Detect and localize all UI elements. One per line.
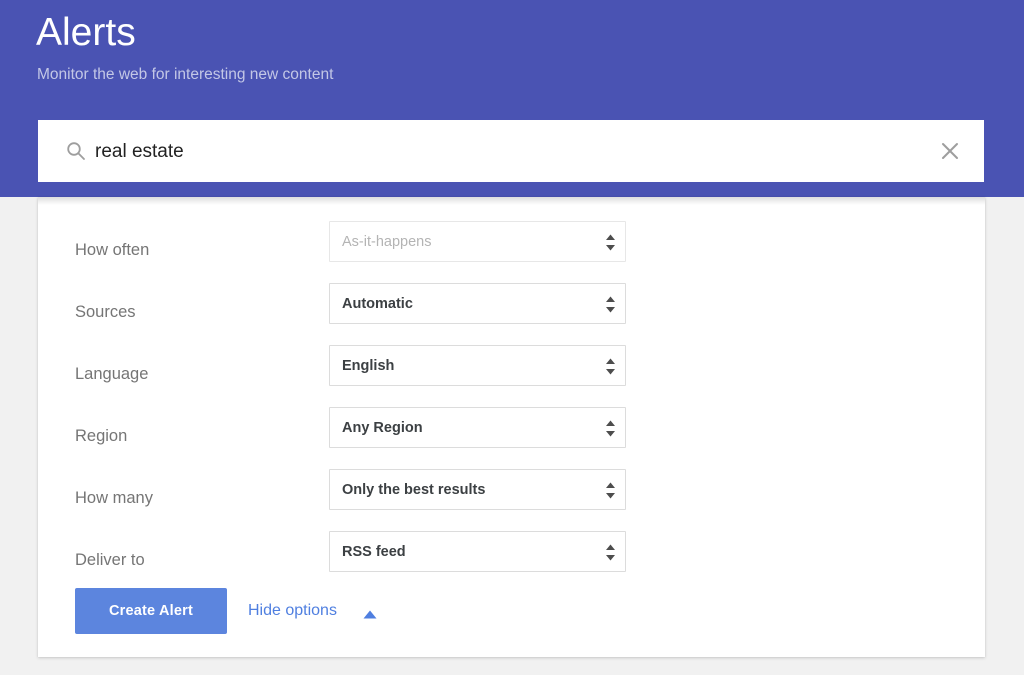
option-row-deliver-to: Deliver to RSS feed bbox=[38, 529, 985, 591]
how-often-select[interactable]: As-it-happens bbox=[329, 221, 626, 262]
option-value: English bbox=[342, 358, 395, 374]
option-label: Deliver to bbox=[75, 551, 145, 569]
option-row-how-many: How many Only the best results bbox=[38, 467, 985, 529]
option-label: Language bbox=[75, 365, 149, 383]
create-alert-button[interactable]: Create Alert bbox=[75, 588, 227, 634]
card-actions: Create Alert Hide options bbox=[38, 588, 985, 648]
spinner-arrows-icon bbox=[605, 357, 616, 376]
option-value: RSS feed bbox=[342, 544, 406, 560]
hide-options-link[interactable]: Hide options bbox=[248, 600, 337, 622]
deliver-to-select[interactable]: RSS feed bbox=[329, 531, 626, 572]
spinner-arrows-icon bbox=[605, 481, 616, 500]
option-label: Sources bbox=[75, 303, 136, 321]
option-row-language: Language English bbox=[38, 343, 985, 405]
option-label: How many bbox=[75, 489, 153, 507]
option-label: Region bbox=[75, 427, 128, 445]
option-value: Any Region bbox=[342, 420, 423, 436]
page-title: Alerts bbox=[36, 11, 136, 54]
close-icon[interactable] bbox=[939, 140, 961, 162]
search-bar[interactable]: real estate bbox=[38, 120, 984, 182]
region-select[interactable]: Any Region bbox=[329, 407, 626, 448]
option-label: How often bbox=[75, 241, 150, 259]
language-select[interactable]: English bbox=[329, 345, 626, 386]
option-row-region: Region Any Region bbox=[38, 405, 985, 467]
search-icon bbox=[66, 141, 86, 161]
sources-select[interactable]: Automatic bbox=[329, 283, 626, 324]
alert-options-card: How often As-it-happens Sources Automati… bbox=[38, 197, 985, 657]
spinner-arrows-icon bbox=[605, 543, 616, 562]
option-value: Automatic bbox=[342, 296, 413, 312]
caret-up-icon[interactable] bbox=[363, 610, 377, 619]
option-row-sources: Sources Automatic bbox=[38, 281, 985, 343]
search-input[interactable]: real estate bbox=[95, 138, 184, 165]
page-subtitle: Monitor the web for interesting new cont… bbox=[37, 66, 334, 83]
spinner-arrows-icon bbox=[605, 419, 616, 438]
how-many-select[interactable]: Only the best results bbox=[329, 469, 626, 510]
spinner-arrows-icon bbox=[605, 233, 616, 252]
option-value: As-it-happens bbox=[342, 234, 432, 250]
spinner-arrows-icon bbox=[605, 295, 616, 314]
option-row-how-often: How often As-it-happens bbox=[38, 219, 985, 281]
option-value: Only the best results bbox=[342, 482, 486, 498]
